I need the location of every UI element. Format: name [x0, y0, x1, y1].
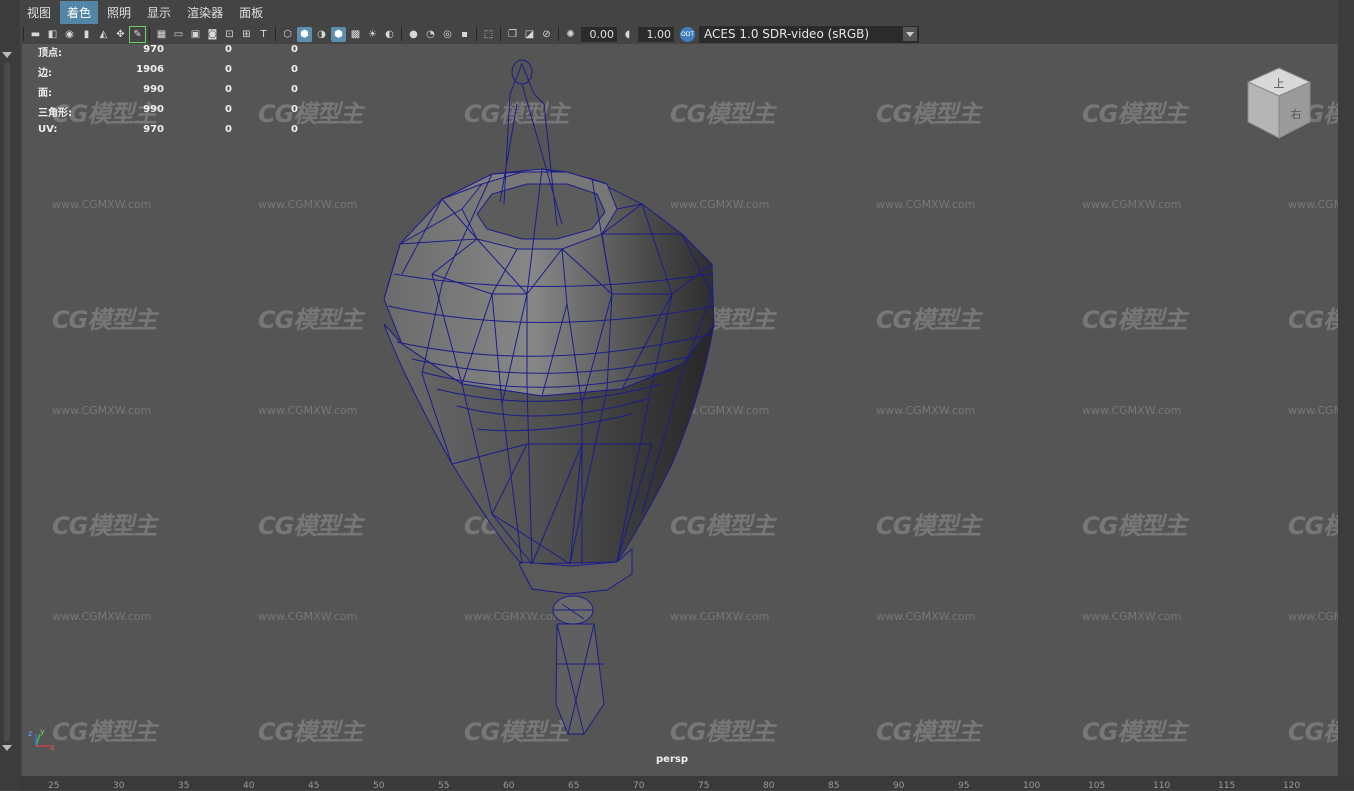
wireframe-icon[interactable]: ⬡ [280, 27, 295, 42]
exposure-field[interactable]: 0.00 [581, 26, 617, 42]
toolbar-separator [23, 27, 24, 41]
xray-icon[interactable]: ❐ [505, 27, 520, 42]
chevron-down-icon[interactable] [903, 26, 917, 41]
scroll-up-arrow-icon[interactable] [2, 52, 12, 58]
grid-icon[interactable]: ▦ [154, 27, 169, 42]
time-ruler[interactable]: 25 30 35 40 45 50 55 60 65 70 75 80 85 90 95 100 105 110 1… [20, 776, 1354, 791]
depth-of-field-icon[interactable]: ▪ [457, 27, 472, 42]
lantern-model-wireframe[interactable] [22, 44, 1338, 776]
hud-label: 面: [38, 88, 52, 99]
select-camera-icon[interactable]: ▬ [28, 27, 43, 42]
hud-value: 0 [225, 84, 232, 95]
viewcube-top-face: 上 [1274, 77, 1285, 90]
hud-value: 0 [291, 44, 298, 55]
hud-row-uvs: UV: 970 0 0 [38, 124, 298, 144]
hud-value: 970 [143, 44, 164, 55]
color-space-value: ACES 1.0 SDR-video (sRGB) [704, 26, 870, 41]
hud-value: 1906 [136, 64, 164, 75]
left-scroll-strip [0, 0, 20, 790]
axis-z-label: z [28, 729, 32, 738]
toolbar-separator [558, 27, 559, 41]
viewport-3d[interactable]: CG模型主 www.CGMXW.com CG模型主 www.CGMXW.com CG模型… [22, 44, 1338, 776]
hud-value: 0 [225, 44, 232, 55]
hud-value: 0 [225, 104, 232, 115]
hud-value: 990 [143, 84, 164, 95]
color-management-icon[interactable]: ODT [680, 26, 695, 42]
panel-toolbar: ▬ ◧ ◉ ▮ ◭ ✥ ✎ ▦ ▭ ▣ ◙ ⊡ ⊞ T ⬡ ⬢ ◑ ⬢ ▩ ☀ … [20, 24, 1338, 44]
menu-view[interactable]: 视图 [20, 1, 58, 24]
menu-panels[interactable]: 面板 [232, 1, 270, 24]
toolbar-separator [149, 27, 150, 41]
toolbar-separator [275, 27, 276, 41]
use-all-lights-icon[interactable]: ☀ [365, 27, 380, 42]
poly-count-hud: 顶点: 970 0 0 边: 1906 0 0 面: 990 0 0 三角形: … [38, 44, 298, 144]
axis-gizmo-icon: z y x [28, 727, 55, 752]
axis-x-label: x [50, 743, 55, 752]
safe-title-icon[interactable]: T [256, 27, 271, 42]
hud-label: 边: [38, 68, 52, 79]
hud-row-triangles: 三角形: 990 0 0 [38, 104, 298, 124]
default-material-icon[interactable]: ◑ [314, 27, 329, 42]
gamma-field[interactable]: 1.00 [638, 26, 674, 42]
hud-value: 990 [143, 104, 164, 115]
isolate-select-icon[interactable]: ⬚ [481, 27, 496, 42]
two-d-pan-zoom-icon[interactable]: ✥ [113, 27, 128, 42]
smooth-shade-icon[interactable]: ⬢ [297, 26, 312, 42]
toolbar-separator [401, 27, 402, 41]
hud-value: 0 [225, 124, 232, 135]
hud-value: 0 [291, 84, 298, 95]
axis-y-label: y [40, 727, 45, 736]
hud-label: 顶点: [38, 48, 62, 59]
hud-row-edges: 边: 1906 0 0 [38, 64, 298, 84]
vertical-scrollbar[interactable] [4, 62, 10, 742]
menu-show[interactable]: 显示 [140, 1, 178, 24]
grease-pencil-icon[interactable]: ✎ [129, 25, 146, 43]
image-plane-icon[interactable]: ◭ [96, 27, 111, 42]
gate-mask-icon[interactable]: ◙ [205, 27, 220, 42]
hud-label: 三角形: [38, 108, 72, 119]
exposure-icon[interactable]: ✺ [563, 27, 578, 42]
menu-renderer[interactable]: 渲染器 [180, 1, 230, 24]
toolbar-separator [476, 27, 477, 41]
resolution-gate-icon[interactable]: ▣ [188, 27, 203, 42]
hud-row-vertices: 顶点: 970 0 0 [38, 44, 298, 64]
bookmark-icon[interactable]: ▮ [79, 27, 94, 42]
camera-attributes-icon[interactable]: ◧ [45, 27, 60, 42]
multisample-aa-icon[interactable]: ◎ [440, 27, 455, 42]
wireframe-on-shaded-icon[interactable]: ⬢ [331, 26, 346, 42]
gamma-icon[interactable]: ◖ [620, 27, 635, 42]
xray-joints-icon[interactable]: ◪ [522, 27, 537, 42]
safe-action-icon[interactable]: ⊞ [239, 27, 254, 42]
viewcube-right-face: 右 [1291, 107, 1302, 121]
hud-row-faces: 面: 990 0 0 [38, 84, 298, 104]
hud-value: 0 [225, 64, 232, 75]
right-panel-strip [1338, 0, 1354, 790]
camera-name-label: persp [656, 754, 688, 765]
field-chart-icon[interactable]: ⊡ [222, 27, 237, 42]
toolbar-separator [500, 27, 501, 41]
motion-blur-icon[interactable]: ◔ [423, 27, 438, 42]
hud-label: UV: [38, 124, 58, 135]
menu-shading[interactable]: 着色 [60, 0, 99, 24]
scroll-down-arrow-icon[interactable] [2, 745, 12, 751]
textured-icon[interactable]: ▩ [348, 27, 363, 42]
hud-value: 0 [291, 104, 298, 115]
view-cube[interactable]: 上 右 [1244, 66, 1314, 146]
camera-bookmark-icon[interactable]: ◉ [62, 27, 77, 42]
color-space-dropdown[interactable]: ACES 1.0 SDR-video (sRGB) [699, 25, 919, 43]
hud-value: 0 [291, 124, 298, 135]
screen-space-ao-icon[interactable]: ● [406, 27, 421, 42]
shadows-icon[interactable]: ◐ [382, 27, 397, 42]
menu-lighting[interactable]: 照明 [100, 1, 138, 24]
film-gate-icon[interactable]: ▭ [171, 27, 186, 42]
hud-value: 0 [291, 64, 298, 75]
xray-components-icon[interactable]: ⊘ [539, 27, 554, 42]
hud-value: 970 [143, 124, 164, 135]
panel-menubar: 视图 着色 照明 显示 渲染器 面板 [20, 0, 1338, 24]
